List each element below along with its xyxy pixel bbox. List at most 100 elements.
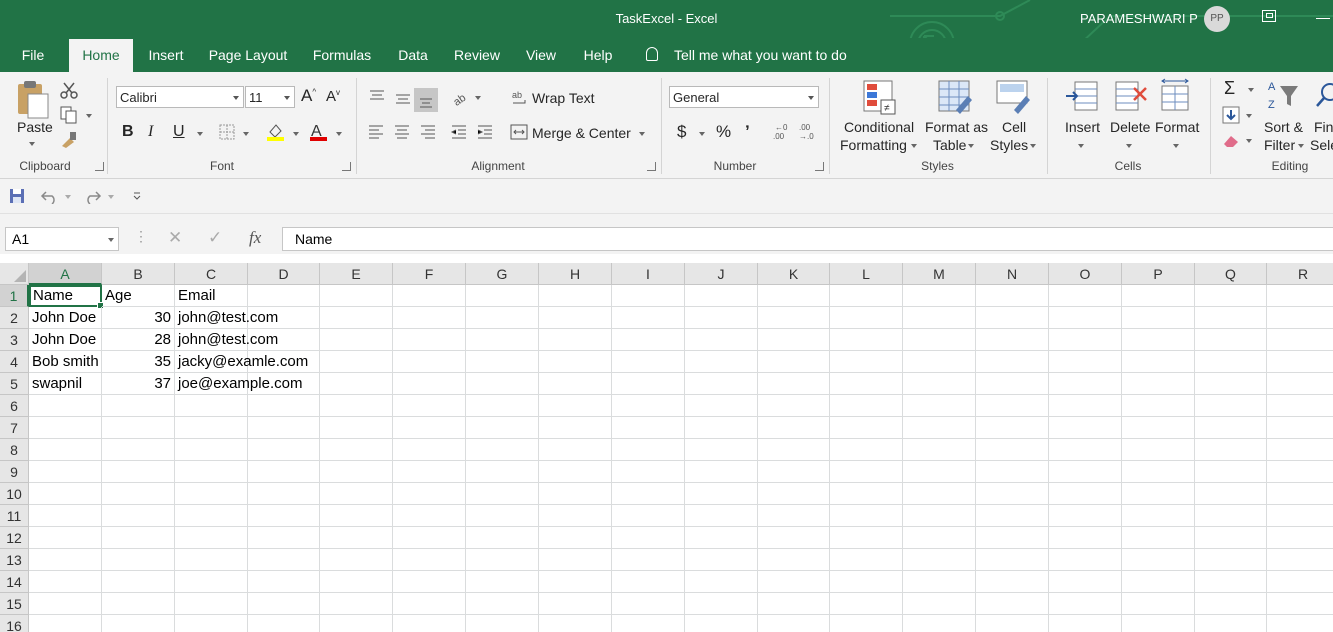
cell-h11[interactable] <box>539 505 612 527</box>
paste-dropdown-icon[interactable] <box>29 142 35 146</box>
conditional-dropdown-icon[interactable] <box>911 144 917 148</box>
cell-g1[interactable] <box>466 285 539 307</box>
cell-a13[interactable] <box>29 549 102 571</box>
tab-review[interactable]: Review <box>448 38 506 72</box>
cell-c9[interactable] <box>175 461 248 483</box>
cell-r9[interactable] <box>1267 461 1333 483</box>
cell-k12[interactable] <box>758 527 830 549</box>
cell-g13[interactable] <box>466 549 539 571</box>
cell-i2[interactable] <box>612 307 685 329</box>
format-painter-icon[interactable] <box>60 130 78 148</box>
row-header-12[interactable]: 12 <box>0 527 29 549</box>
fill-color-icon[interactable] <box>266 122 284 142</box>
cell-n14[interactable] <box>976 571 1049 593</box>
row-header-4[interactable]: 4 <box>0 351 29 373</box>
cell-f6[interactable] <box>393 395 466 417</box>
cell-r12[interactable] <box>1267 527 1333 549</box>
sort-filter-label-1[interactable]: Sort & <box>1264 119 1303 135</box>
cell-a14[interactable] <box>29 571 102 593</box>
cell-i15[interactable] <box>612 593 685 615</box>
cell-d13[interactable] <box>248 549 320 571</box>
column-header-g[interactable]: G <box>466 263 539 285</box>
cell-d9[interactable] <box>248 461 320 483</box>
cell-b9[interactable] <box>102 461 175 483</box>
horizontal-align-icons[interactable] <box>368 124 498 140</box>
cell-l8[interactable] <box>830 439 903 461</box>
paste-icon[interactable] <box>16 80 52 120</box>
delete-cells-button[interactable]: Delete <box>1110 119 1150 135</box>
borders-icon[interactable] <box>219 124 235 140</box>
wrap-text-icon[interactable]: ab <box>511 89 529 107</box>
column-header-i[interactable]: I <box>612 263 685 285</box>
cell-g11[interactable] <box>466 505 539 527</box>
column-header-f[interactable]: F <box>393 263 466 285</box>
format-cells-icon[interactable] <box>1159 78 1193 114</box>
cell-j14[interactable] <box>685 571 758 593</box>
cell-n7[interactable] <box>976 417 1049 439</box>
cell-g3[interactable] <box>466 329 539 351</box>
cell-q8[interactable] <box>1195 439 1267 461</box>
comma-button[interactable]: ʼ <box>745 122 750 142</box>
ribbon-display-options-icon[interactable] <box>1262 10 1276 22</box>
tab-insert[interactable]: Insert <box>140 38 192 72</box>
cell-o12[interactable] <box>1049 527 1122 549</box>
decrease-font-icon[interactable]: Av <box>326 88 340 105</box>
cell-l16[interactable] <box>830 615 903 632</box>
cell-d10[interactable] <box>248 483 320 505</box>
cell-p5[interactable] <box>1122 373 1195 395</box>
row-header-6[interactable]: 6 <box>0 395 29 417</box>
column-header-e[interactable]: E <box>320 263 393 285</box>
sort-filter-icon[interactable]: AZ <box>1266 78 1300 114</box>
cell-g15[interactable] <box>466 593 539 615</box>
column-header-a[interactable]: A <box>29 263 102 285</box>
cell-l6[interactable] <box>830 395 903 417</box>
cell-o9[interactable] <box>1049 461 1122 483</box>
cell-h9[interactable] <box>539 461 612 483</box>
tab-formulas[interactable]: Formulas <box>305 38 379 72</box>
cut-icon[interactable] <box>60 81 78 99</box>
cell-g9[interactable] <box>466 461 539 483</box>
clear-icon[interactable] <box>1222 132 1240 148</box>
cell-p13[interactable] <box>1122 549 1195 571</box>
cell-p12[interactable] <box>1122 527 1195 549</box>
cell-i4[interactable] <box>612 351 685 373</box>
cell-q13[interactable] <box>1195 549 1267 571</box>
cell-p4[interactable] <box>1122 351 1195 373</box>
format-table-dropdown-icon[interactable] <box>968 144 974 148</box>
cell-j15[interactable] <box>685 593 758 615</box>
cell-f4[interactable] <box>393 351 466 373</box>
cell-n11[interactable] <box>976 505 1049 527</box>
redo-icon[interactable] <box>82 188 102 204</box>
font-color-dropdown-icon[interactable] <box>336 132 342 136</box>
column-header-k[interactable]: K <box>758 263 830 285</box>
cell-m14[interactable] <box>903 571 976 593</box>
cell-r11[interactable] <box>1267 505 1333 527</box>
underline-button[interactable]: U <box>173 123 185 141</box>
cell-j9[interactable] <box>685 461 758 483</box>
conditional-formatting-icon[interactable]: ≠ <box>863 80 897 116</box>
clipboard-launcher-icon[interactable] <box>95 162 104 171</box>
font-launcher-icon[interactable] <box>342 162 351 171</box>
cell-o7[interactable] <box>1049 417 1122 439</box>
cell-m7[interactable] <box>903 417 976 439</box>
select-all-corner[interactable] <box>0 263 29 285</box>
merge-center-button[interactable]: Merge & Center <box>532 125 631 141</box>
cell-h12[interactable] <box>539 527 612 549</box>
cell-i6[interactable] <box>612 395 685 417</box>
cell-n6[interactable] <box>976 395 1049 417</box>
cell-h15[interactable] <box>539 593 612 615</box>
cell-c11[interactable] <box>175 505 248 527</box>
cell-a7[interactable] <box>29 417 102 439</box>
column-header-q[interactable]: Q <box>1195 263 1267 285</box>
cell-f10[interactable] <box>393 483 466 505</box>
column-header-d[interactable]: D <box>248 263 320 285</box>
cell-q11[interactable] <box>1195 505 1267 527</box>
copy-icon[interactable] <box>60 106 78 124</box>
undo-icon[interactable] <box>40 188 60 204</box>
cell-e2[interactable] <box>320 307 393 329</box>
cell-l7[interactable] <box>830 417 903 439</box>
format-as-table-icon[interactable] <box>938 80 974 116</box>
cell-a4[interactable]: Bob smith <box>29 351 102 373</box>
cell-a12[interactable] <box>29 527 102 549</box>
cell-j10[interactable] <box>685 483 758 505</box>
